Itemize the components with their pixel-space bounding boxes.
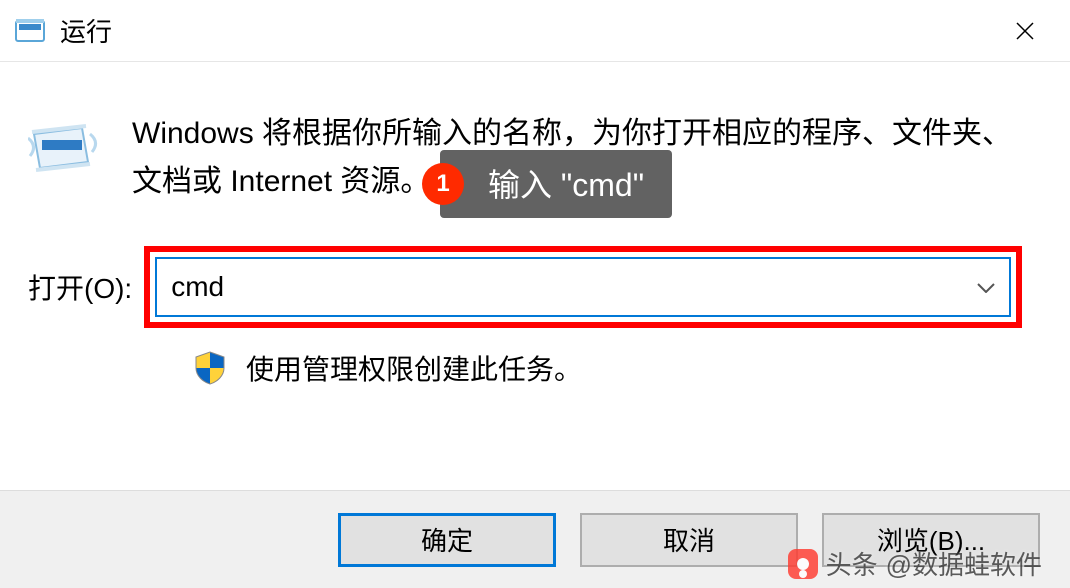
annotation-text: 输入 "cmd" [488, 160, 644, 206]
run-icon [28, 120, 100, 181]
dialog-body: Windows 将根据你所输入的名称，为你打开相应的程序、文件夹、文档或 Int… [0, 62, 1070, 388]
watermark-logo-icon [788, 549, 818, 579]
watermark: 头条 @数据蛙软件 [788, 545, 1042, 582]
ok-button[interactable]: 确定 [338, 513, 556, 567]
window-title: 运行 [60, 12, 112, 49]
watermark-source: 头条 [826, 545, 878, 582]
annotation-step-badge: 1 [422, 163, 464, 205]
titlebar: 运行 [0, 0, 1070, 62]
admin-privilege-text: 使用管理权限创建此任务。 [246, 348, 582, 388]
shield-icon [192, 350, 228, 386]
open-label: 打开(O): [28, 267, 136, 307]
combobox-value: cmd [171, 271, 977, 303]
watermark-author: @数据蛙软件 [886, 545, 1042, 582]
open-combobox[interactable]: cmd [155, 257, 1011, 317]
chevron-down-icon[interactable] [977, 277, 995, 298]
close-button[interactable] [980, 0, 1070, 62]
highlight-annotation: cmd [144, 246, 1022, 328]
cancel-button[interactable]: 取消 [580, 513, 798, 567]
annotation-callout: 1 输入 "cmd" [440, 150, 672, 218]
run-dialog-icon [14, 15, 46, 47]
